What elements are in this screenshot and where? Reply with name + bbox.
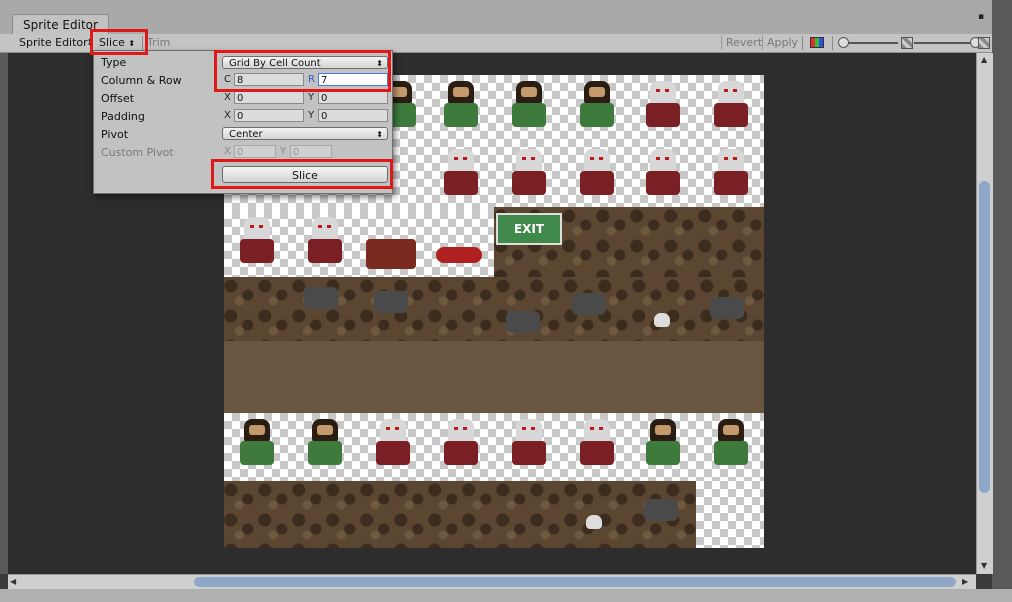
hiker-sprite	[636, 415, 690, 475]
zombie-sprite	[570, 145, 624, 205]
custom-pivot-y-prefix: Y	[280, 146, 287, 157]
toolbar-divider	[832, 36, 833, 50]
horizontal-scroll-thumb[interactable]	[194, 577, 956, 587]
rock-sprite	[304, 287, 338, 309]
rock-sprite	[572, 293, 606, 315]
slice-menu-arrow-icon: ⬍	[128, 39, 136, 48]
revert-button[interactable]: Revert	[721, 35, 766, 50]
hiker-sprite	[502, 77, 556, 137]
pivot-dropdown[interactable]: Center ⬍	[222, 127, 388, 140]
type-dropdown[interactable]: Grid By Cell Count ⬍	[222, 56, 388, 69]
padding-x-field[interactable]: 0	[234, 109, 304, 122]
offset-y-field[interactable]: 0	[318, 91, 388, 104]
apply-button[interactable]: Apply	[762, 35, 802, 50]
pivot-dropdown-value: Center	[229, 129, 263, 140]
window-bottom-border	[0, 589, 1012, 602]
zombie-sprite	[704, 77, 758, 137]
zombie-sprite	[570, 415, 624, 475]
hiker-sprite	[298, 415, 352, 475]
slice-settings-panel: Type Grid By Cell Count ⬍ Column & Row C…	[93, 50, 393, 194]
editor-left-border	[0, 53, 8, 574]
road-tile-region	[224, 341, 764, 413]
zombie-sprite	[298, 213, 352, 273]
sprite-editor-menu[interactable]: Sprite Editor	[19, 34, 88, 52]
padding-y-prefix: Y	[308, 110, 315, 121]
scroll-right-icon[interactable]: ▶	[962, 577, 968, 586]
skull-sprite	[586, 515, 602, 529]
window-menu-icon[interactable]: ▪	[978, 12, 984, 22]
hiker-sprite	[570, 77, 624, 137]
custom-pivot-label: Custom Pivot	[101, 146, 174, 159]
type-dropdown-value: Grid By Cell Count	[229, 58, 321, 69]
zombie-sprite	[636, 77, 690, 137]
background-panel	[992, 0, 1012, 602]
zombie-sprite	[502, 415, 556, 475]
toolbar-divider	[802, 36, 803, 50]
generator-sprite	[366, 239, 416, 269]
type-label: Type	[101, 56, 127, 69]
hiker-sprite	[230, 415, 284, 475]
offset-y-prefix: Y	[308, 92, 315, 103]
column-prefix: C	[224, 74, 231, 85]
horizontal-scrollbar[interactable]: ◀ ▶	[8, 574, 976, 590]
custom-pivot-x-field: 0	[234, 145, 276, 158]
dirt-tile-region-bottom	[224, 481, 696, 548]
padding-label: Padding	[101, 110, 145, 123]
zombie-sprite	[704, 145, 758, 205]
skull-sprite	[654, 313, 670, 327]
offset-x-prefix: X	[224, 92, 231, 103]
dirt-tile-region	[224, 277, 764, 341]
offset-label: Offset	[101, 92, 135, 105]
pivot-label: Pivot	[101, 128, 129, 141]
rgb-channel-icon[interactable]	[810, 37, 824, 48]
tab-sprite-editor[interactable]: Sprite Editor	[12, 14, 109, 35]
row-prefix: R	[308, 74, 315, 85]
zombie-sprite	[366, 415, 420, 475]
toolbar-divider	[142, 36, 143, 50]
zombie-sprite	[434, 145, 488, 205]
slice-menu-label: Slice	[99, 36, 125, 49]
exit-sign-sprite: EXIT	[496, 213, 562, 245]
offset-x-field[interactable]: 0	[234, 91, 304, 104]
dropdown-arrow-icon: ⬍	[376, 130, 383, 139]
padding-y-field[interactable]: 0	[318, 109, 388, 122]
rock-sprite	[506, 311, 540, 333]
zombie-sprite	[636, 145, 690, 205]
scroll-down-icon[interactable]: ▼	[981, 561, 987, 570]
window-titlebar: Sprite Editor ▪ ✕	[0, 0, 1012, 35]
column-count-field[interactable]: 8	[234, 73, 304, 86]
rock-sprite	[374, 291, 408, 313]
zombie-sprite	[502, 145, 556, 205]
column-row-label: Column & Row	[101, 74, 182, 87]
mip-icon[interactable]	[978, 37, 990, 49]
scroll-up-icon[interactable]: ▲	[981, 55, 987, 64]
slice-button[interactable]: Slice	[222, 166, 388, 183]
mip-slider-track[interactable]	[914, 42, 974, 44]
padding-x-prefix: X	[224, 110, 231, 121]
zombie-sprite	[434, 415, 488, 475]
vertical-scrollbar[interactable]: ▲ ▼	[976, 53, 993, 574]
alpha-icon[interactable]	[901, 37, 913, 49]
zoom-slider-track[interactable]	[842, 42, 898, 44]
empty-cell	[696, 481, 764, 548]
custom-pivot-y-field: 0	[290, 145, 332, 158]
hiker-sprite	[434, 77, 488, 137]
rock-sprite	[710, 297, 744, 319]
dropdown-arrow-icon: ⬍	[376, 59, 383, 68]
rock-sprite	[644, 499, 678, 521]
custom-pivot-x-prefix: X	[224, 146, 231, 157]
hiker-sprite	[704, 415, 758, 475]
zoom-slider-handle[interactable]	[838, 37, 849, 48]
row-count-field[interactable]: 7	[318, 73, 388, 86]
scroll-left-icon[interactable]: ◀	[10, 577, 16, 586]
meat-sprite	[436, 247, 482, 263]
zombie-sprite	[230, 213, 284, 273]
vertical-scroll-thumb[interactable]	[979, 181, 990, 493]
